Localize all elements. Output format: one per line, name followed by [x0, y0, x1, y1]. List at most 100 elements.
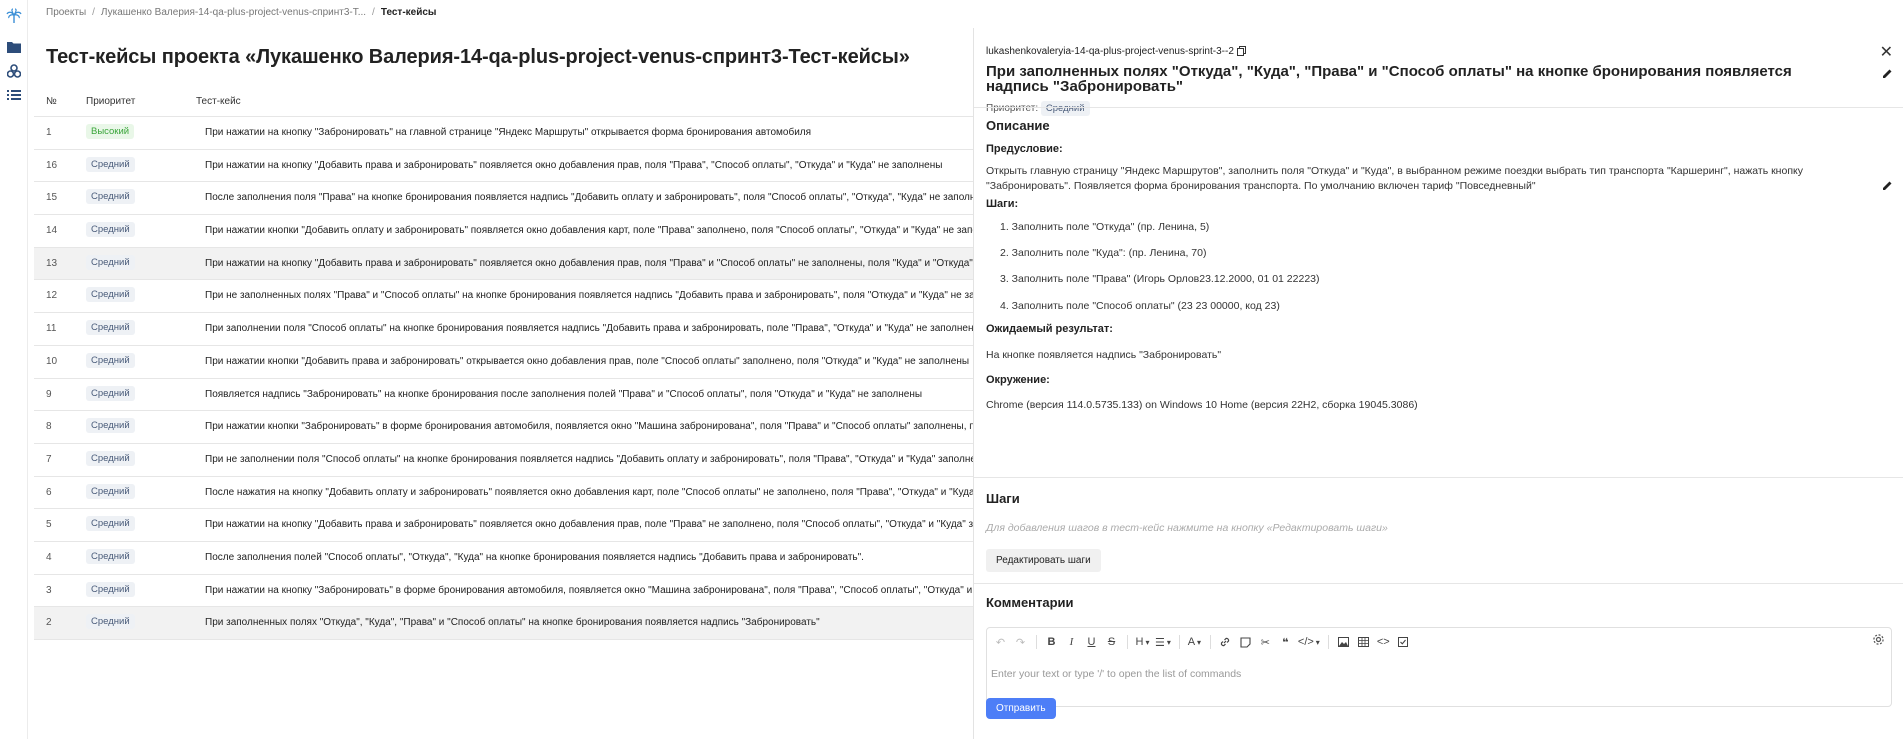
italic-icon[interactable]: I [1062, 632, 1081, 652]
row-priority: Средний [86, 156, 135, 172]
priority-badge: Средний [86, 222, 135, 238]
table-row[interactable]: 7 Средний При не заполнении поля "Способ о… [34, 444, 974, 477]
table-row[interactable]: 6 Средний После нажатия на кнопку "Добавит… [34, 477, 974, 510]
table-row[interactable]: 10 Средний При нажатии кнопки "Добавить пр… [34, 346, 974, 379]
editor-toolbar: ↶ ↷ B I U S H ▾ ☰ ▾ A ▾ ✂ ❝ </> ▾ <> [987, 628, 1891, 656]
test-cases-table: № Приоритет Тест-кейс 1 Высокий При нажати… [34, 90, 974, 640]
components-icon[interactable] [6, 63, 22, 79]
table-row[interactable]: 5 Средний При нажатии на кнопку "Добавить … [34, 509, 974, 542]
breadcrumb-separator: / [92, 7, 95, 18]
row-test-case: При заполненных полях "Откуда", "Куда", … [205, 617, 820, 629]
link-icon[interactable] [1216, 632, 1235, 652]
folder-icon[interactable] [6, 39, 22, 55]
row-priority: Средний [86, 352, 135, 368]
quote-icon[interactable]: ❝ [1276, 632, 1295, 652]
breadcrumb-projects[interactable]: Проекты [46, 7, 86, 18]
divider [974, 583, 1903, 584]
toolbar-separator [1127, 635, 1128, 649]
edit-steps-button[interactable]: Редактировать шаги [986, 549, 1101, 572]
row-test-case: После заполнения поля "Права" на кнопке … [205, 192, 974, 204]
send-button[interactable]: Отправить [986, 698, 1056, 719]
row-id: 8 [46, 421, 52, 433]
breadcrumb-current: Тест-кейсы [380, 7, 437, 18]
row-test-case: После нажатия на кнопку "Добавить оплату… [205, 486, 974, 498]
table-row[interactable]: 12 Средний При не заполненных полях "Права… [34, 280, 974, 314]
table-row[interactable]: 16 Средний При нажатии на кнопку "Добавить… [34, 150, 974, 183]
priority-badge: Средний [1040, 101, 1090, 116]
table-row[interactable]: 13 Средний При нажатии на кнопку "Добавить… [34, 247, 974, 281]
expected-result-label: Ожидаемый результат: [986, 323, 1113, 335]
underline-icon[interactable]: U [1082, 632, 1101, 652]
steps-hint: Для добавления шагов в тест-кейс нажмите… [986, 522, 1388, 534]
table-row[interactable]: 1 Высокий При нажатии на кнопку "Заброниро… [34, 117, 974, 150]
precondition-label: Предусловие: [986, 143, 1063, 155]
redo-icon[interactable]: ↷ [1011, 632, 1030, 652]
row-id: 4 [46, 551, 52, 563]
row-id: 13 [46, 257, 58, 269]
table-row[interactable]: 14 Средний При нажатии кнопки "Добавить оп… [34, 215, 974, 248]
row-test-case: При не заполненных полях "Права" и "Спос… [205, 290, 974, 302]
column-header-id[interactable]: № [46, 96, 57, 107]
page-title: Тест-кейсы проекта «Лукашенко Валерия-14… [46, 46, 910, 68]
checkbox-icon[interactable] [1394, 632, 1413, 652]
test-case-title: При заполненных полях "Откуда", "Куда", … [986, 63, 1792, 95]
row-priority: Средний [86, 483, 135, 499]
breadcrumb: Проекты / Лукашенко Валерия-14-qa-plus-pro… [46, 7, 436, 18]
bold-icon[interactable]: B [1042, 632, 1061, 652]
column-header-priority[interactable]: Приоритет [86, 96, 135, 107]
step-item: 2. Заполнить поле "Куда": (пр. Ленина, 7… [1000, 247, 1207, 259]
priority-badge: Средний [86, 516, 135, 532]
table-row[interactable]: 9 Средний Появляется надпись "Забронироват… [34, 379, 974, 412]
table-row[interactable]: 4 Средний После заполнения полей "Способ о… [34, 542, 974, 575]
priority-badge: Средний [86, 418, 135, 434]
row-test-case: При нажатии на кнопку "Забронировать" на… [205, 127, 812, 138]
row-priority: Средний [86, 516, 135, 532]
undo-icon[interactable]: ↶ [991, 632, 1010, 652]
column-header-case[interactable]: Тест-кейс [196, 96, 241, 107]
text-color-dropdown-icon[interactable]: A ▾ [1185, 632, 1204, 652]
code-dropdown-icon[interactable]: </> ▾ [1296, 632, 1322, 652]
note-icon[interactable] [1236, 632, 1255, 652]
divider [974, 107, 1903, 108]
row-priority: Средний [86, 548, 135, 564]
list-dropdown-icon[interactable]: ☰ ▾ [1153, 632, 1173, 652]
list-icon[interactable] [6, 87, 22, 103]
row-test-case: Появляется надпись "Забронировать" на кн… [205, 388, 923, 400]
toolbar-separator [1036, 635, 1037, 649]
code-block-icon[interactable]: <> [1374, 632, 1393, 652]
table-row[interactable]: 2 Средний При заполненных полях "Откуда", … [34, 607, 974, 640]
test-case-detail-panel: lukashenkovaleryia-14-qa-plus-project-ve… [973, 28, 1903, 739]
row-test-case: При нажатии на кнопку "Добавить права и … [205, 519, 974, 531]
priority-badge: Средний [86, 483, 135, 499]
palm-logo-icon[interactable] [6, 8, 22, 24]
row-priority: Средний [86, 418, 135, 434]
row-id: 3 [46, 584, 52, 596]
table-row[interactable]: 8 Средний При нажатии кнопки "Забронироват… [34, 411, 974, 444]
edit-title-icon[interactable] [1882, 66, 1893, 84]
table-row[interactable]: 15 Средний После заполнения поля "Права" н… [34, 182, 974, 216]
toolbar-separator [1327, 635, 1329, 649]
strikethrough-icon[interactable]: S [1102, 632, 1121, 652]
priority-badge: Высокий [86, 124, 135, 139]
priority-badge: Средний [86, 156, 135, 172]
close-icon[interactable]: ✕ [1880, 42, 1893, 62]
breadcrumb-project[interactable]: Лукашенко Валерия-14-qa-plus-project-ven… [101, 7, 366, 18]
image-icon[interactable] [1334, 632, 1353, 652]
row-priority: Средний [86, 385, 135, 401]
priority-badge: Средний [86, 614, 135, 630]
heading-dropdown-icon[interactable]: H ▾ [1133, 632, 1152, 652]
step-item: 1. Заполнить поле "Откуда" (пр. Ленина, … [1000, 221, 1210, 233]
comment-editor[interactable]: ↶ ↷ B I U S H ▾ ☰ ▾ A ▾ ✂ ❝ </> ▾ <> Enter y… [986, 627, 1892, 707]
row-id: 7 [46, 453, 52, 465]
toolbar-separator [1209, 635, 1211, 649]
priority-badge: Средний [86, 548, 135, 564]
row-id: 9 [46, 388, 52, 400]
left-navigation [0, 0, 28, 739]
table-row[interactable]: 3 Средний При нажатии на кнопку "Заброниро… [34, 575, 974, 608]
row-priority: Средний [86, 222, 135, 238]
cut-icon[interactable]: ✂ [1256, 632, 1275, 652]
gear-icon[interactable] [1872, 633, 1885, 649]
table-icon[interactable] [1354, 632, 1373, 652]
table-row[interactable]: 11 Средний При заполнении поля "Способ опл… [34, 313, 974, 346]
copy-icon[interactable] [1236, 46, 1246, 59]
